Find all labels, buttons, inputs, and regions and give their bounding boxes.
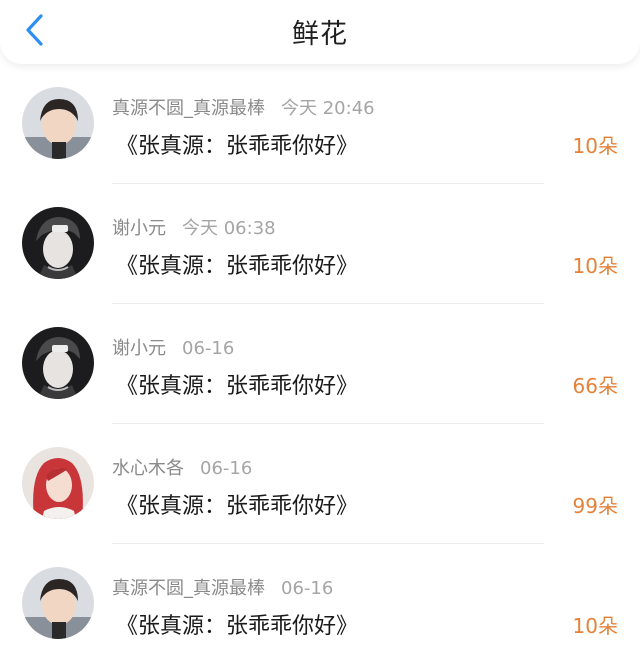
avatar[interactable] <box>22 87 94 159</box>
song-title: 《张真源：张乖乖你好》 <box>116 494 359 519</box>
record-meta: 谢小元 今天 06:38 <box>112 214 276 240</box>
avatar[interactable] <box>22 567 94 639</box>
record-meta: 谢小元 06-16 <box>112 334 234 360</box>
username[interactable]: 真源不圆_真源最棒 <box>112 98 265 119</box>
timestamp: 06-16 <box>281 578 334 599</box>
username[interactable]: 谢小元 <box>112 338 166 359</box>
list-item[interactable]: 真源不圆_真源最棒 06-16 《张真源：张乖乖你好》 10朵 <box>0 544 640 664</box>
avatar[interactable] <box>22 327 94 399</box>
timestamp: 今天 06:38 <box>182 218 276 239</box>
list-item[interactable]: 水心木各 06-16 《张真源：张乖乖你好》 99朵 <box>0 424 640 544</box>
song-title: 《张真源：张乖乖你好》 <box>116 374 359 399</box>
boy-portrait-icon <box>22 567 94 639</box>
record-meta: 水心木各 06-16 <box>112 454 252 480</box>
record-meta: 真源不圆_真源最棒 今天 20:46 <box>112 94 375 120</box>
red-hair-portrait-icon <box>22 447 94 519</box>
list-item[interactable]: 谢小元 今天 06:38 《张真源：张乖乖你好》 10朵 <box>0 184 640 304</box>
username[interactable]: 真源不圆_真源最棒 <box>112 578 265 599</box>
boy-portrait-icon <box>22 87 94 159</box>
dark-cap-portrait-icon <box>22 327 94 399</box>
page-title: 鲜花 <box>292 19 348 50</box>
song-title: 《张真源：张乖乖你好》 <box>116 614 359 639</box>
top-bar: 鲜花 <box>0 0 640 64</box>
flower-count: 10朵 <box>572 254 618 278</box>
timestamp: 今天 20:46 <box>281 98 375 119</box>
avatar[interactable] <box>22 207 94 279</box>
song-title: 《张真源：张乖乖你好》 <box>116 254 359 279</box>
list-item[interactable]: 谢小元 06-16 《张真源：张乖乖你好》 66朵 <box>0 304 640 424</box>
flower-count: 66朵 <box>572 374 618 398</box>
timestamp: 06-16 <box>182 338 235 359</box>
timestamp: 06-16 <box>200 458 253 479</box>
avatar[interactable] <box>22 447 94 519</box>
flower-count: 10朵 <box>572 134 618 158</box>
flower-record-list: 真源不圆_真源最棒 今天 20:46 《张真源：张乖乖你好》 10朵 谢小元 今天 … <box>0 64 640 664</box>
list-item[interactable]: 真源不圆_真源最棒 今天 20:46 《张真源：张乖乖你好》 10朵 <box>0 64 640 184</box>
record-meta: 真源不圆_真源最棒 06-16 <box>112 574 333 600</box>
username[interactable]: 谢小元 <box>112 218 166 239</box>
dark-cap-portrait-icon <box>22 207 94 279</box>
song-title: 《张真源：张乖乖你好》 <box>116 134 359 159</box>
flower-count: 10朵 <box>572 614 618 638</box>
flower-count: 99朵 <box>572 494 618 518</box>
username[interactable]: 水心木各 <box>112 458 184 479</box>
